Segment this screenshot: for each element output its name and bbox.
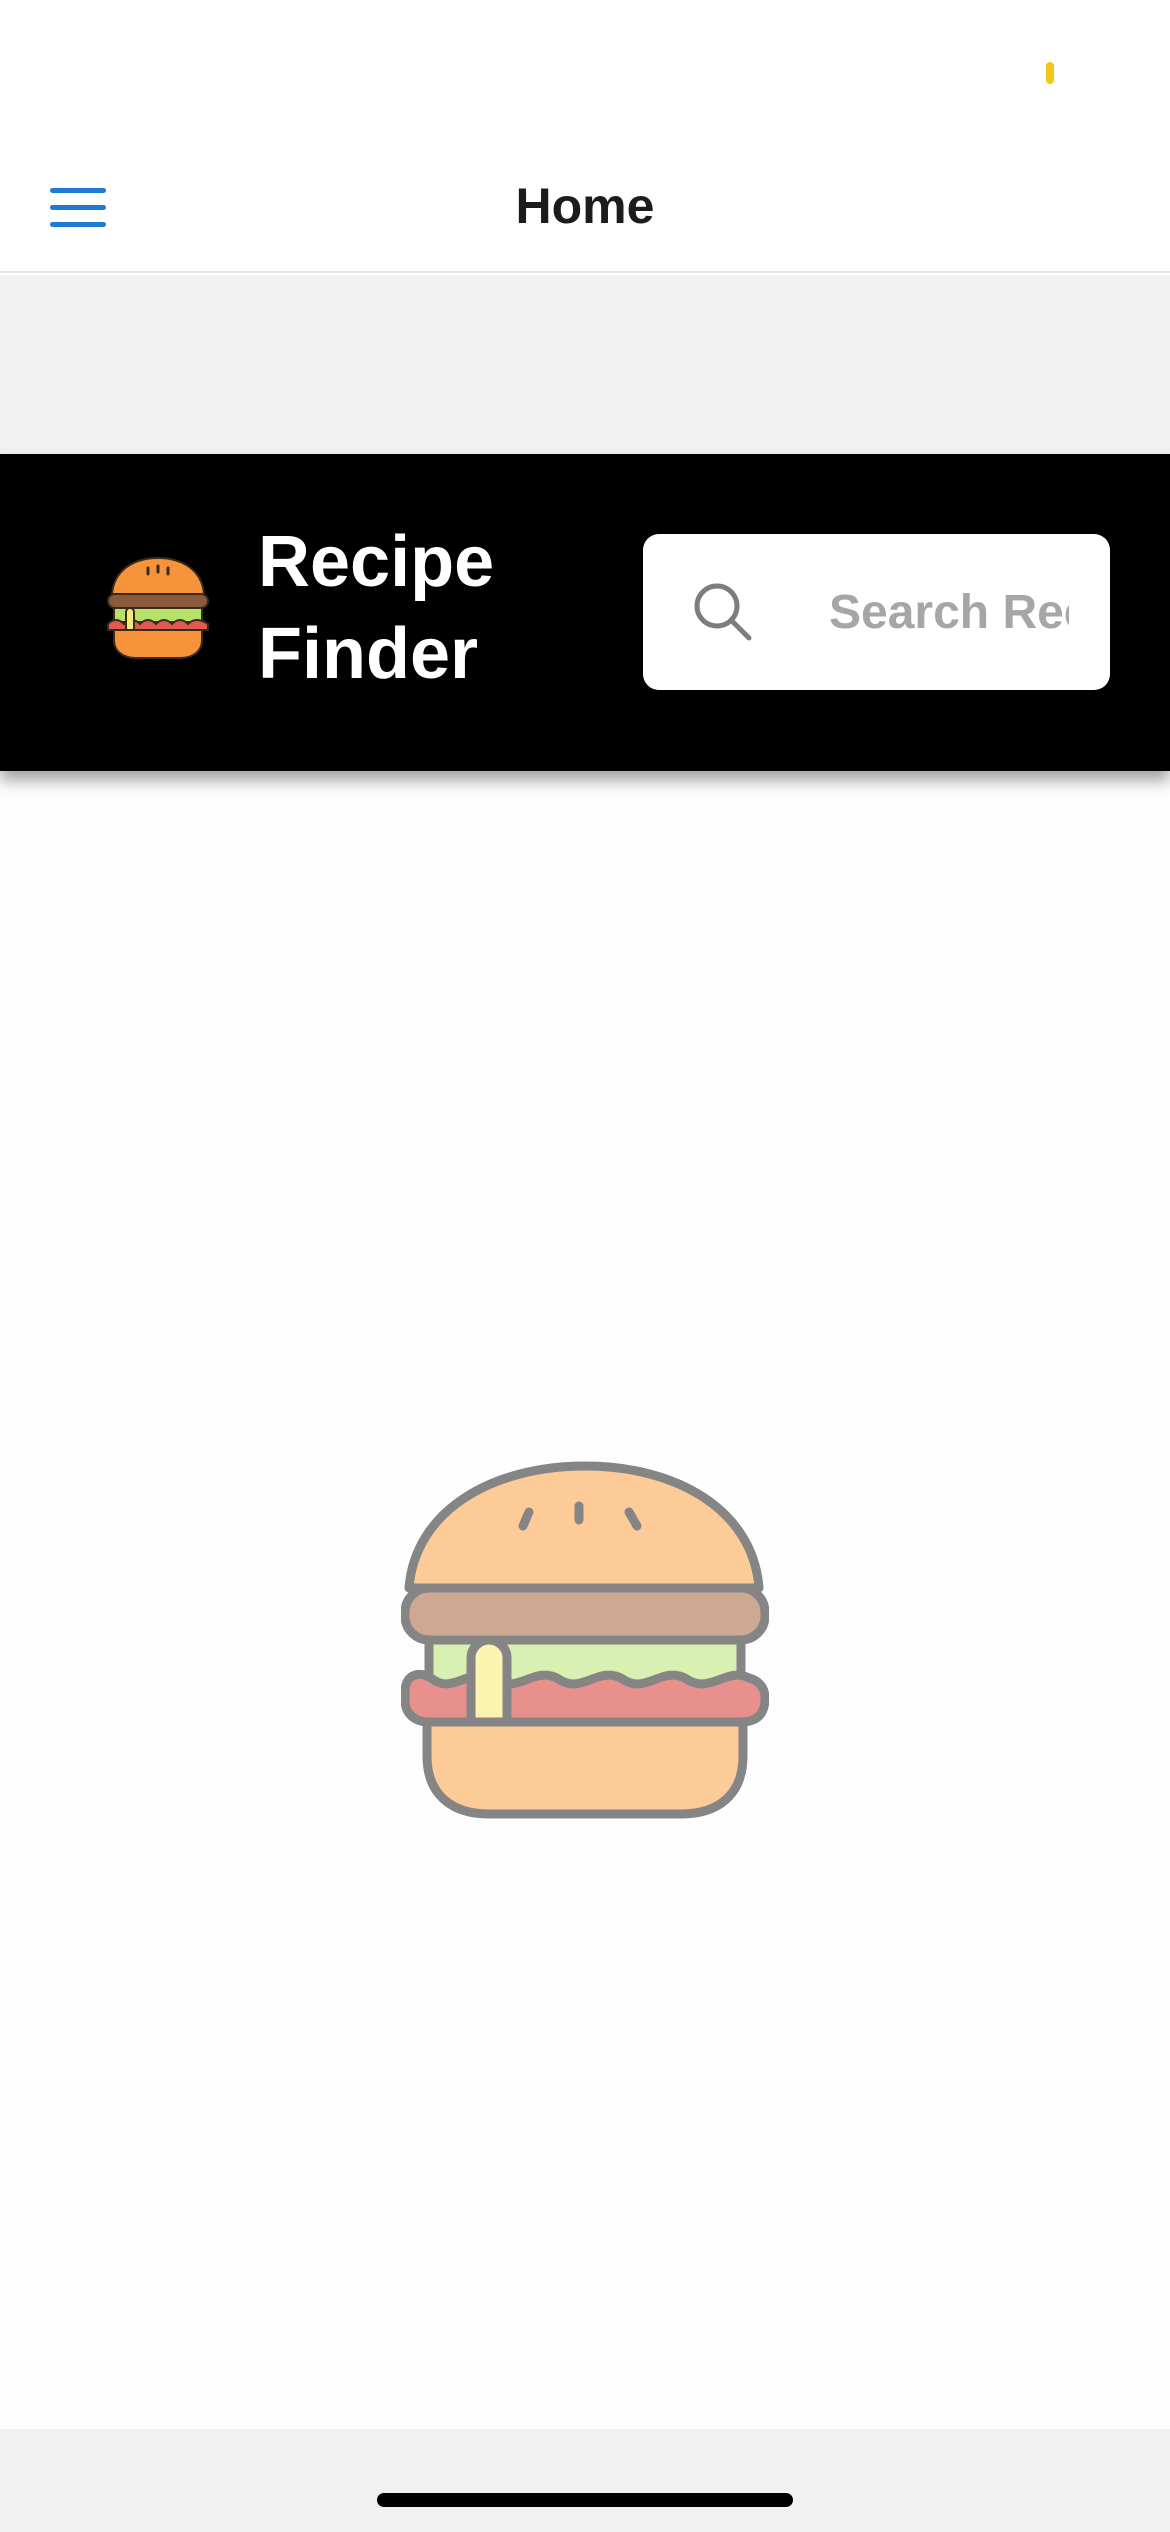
app-title: Recipe Finder bbox=[258, 516, 578, 700]
menu-button[interactable] bbox=[40, 170, 116, 246]
top-spacer bbox=[0, 275, 1170, 454]
search-box[interactable] bbox=[643, 534, 1110, 690]
status-bar bbox=[0, 0, 1170, 140]
hamburger-menu-icon bbox=[50, 188, 106, 227]
search-input[interactable] bbox=[829, 534, 1069, 690]
app-title-line-2: Finder bbox=[258, 614, 479, 694]
navigation-bar: Home bbox=[0, 140, 1170, 273]
bottom-bar bbox=[0, 2429, 1170, 2532]
app-title-line-1: Recipe bbox=[258, 522, 495, 602]
app-screen: Home Recipe Finder Search Recipes bbox=[0, 0, 1170, 2532]
search-icon bbox=[694, 583, 752, 641]
page-title: Home bbox=[515, 178, 655, 234]
burger-icon bbox=[107, 556, 209, 659]
burger-illustration bbox=[401, 1461, 769, 1819]
main-content bbox=[0, 771, 1170, 2429]
status-indicator bbox=[1046, 62, 1054, 84]
home-indicator[interactable] bbox=[377, 2493, 793, 2507]
app-header: Recipe Finder bbox=[0, 454, 1170, 771]
